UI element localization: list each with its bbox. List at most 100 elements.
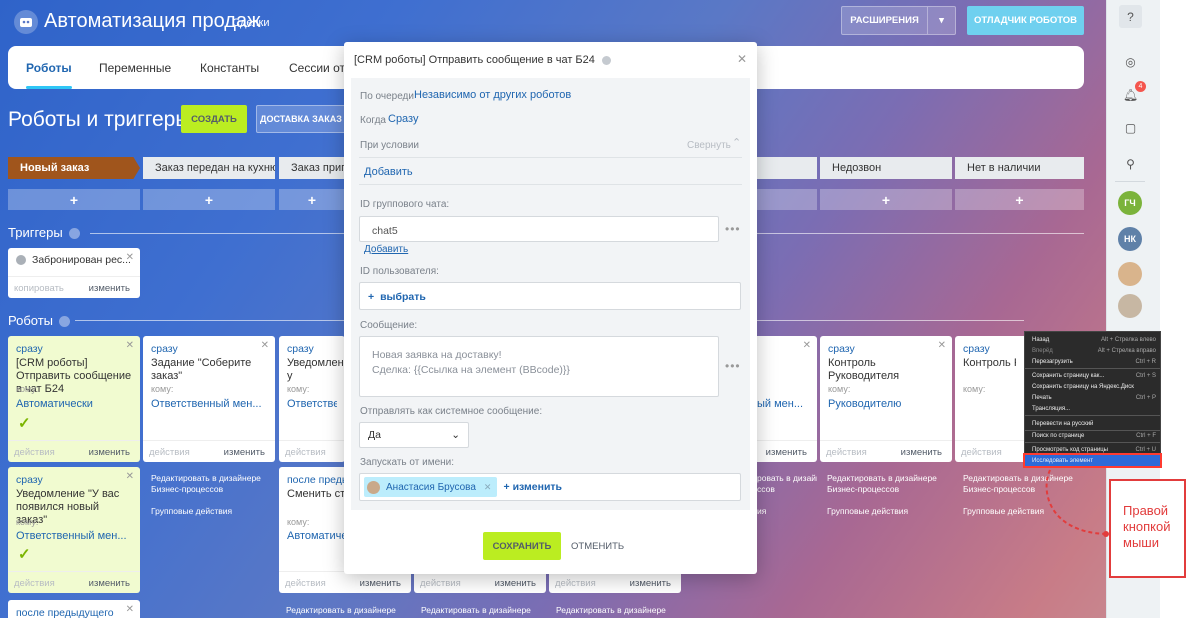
- actions-link[interactable]: действия: [555, 578, 596, 589]
- group-actions-link[interactable]: Групповые действия: [151, 506, 232, 517]
- actions-link[interactable]: действия: [149, 447, 190, 458]
- edit-link[interactable]: изменить: [89, 447, 130, 458]
- edit-link[interactable]: изменить: [224, 447, 265, 458]
- close-icon[interactable]: ✕: [126, 340, 134, 351]
- designer-link[interactable]: Редактировать в дизайнере: [556, 605, 666, 616]
- robot-card[interactable]: ✕ ый мен... изменить: [757, 336, 817, 462]
- robot-card[interactable]: сразу Контроль Рук кому: действия: [955, 336, 1024, 462]
- actions-link[interactable]: действия: [285, 447, 326, 458]
- add-trigger-button[interactable]: +: [8, 189, 140, 210]
- tab-robots[interactable]: Роботы: [26, 61, 72, 75]
- robot-when[interactable]: сразу: [828, 343, 855, 355]
- robot-when[interactable]: сразу: [16, 343, 43, 355]
- add-trigger-button[interactable]: [757, 189, 817, 210]
- menu-item-translate[interactable]: Перевести на русский: [1032, 418, 1156, 429]
- menu-item-save-to-disk[interactable]: Сохранить страницу на Яндекс.Диск: [1032, 381, 1156, 392]
- menu-item-save-as[interactable]: Сохранить страницу как... Ctrl + S: [1032, 370, 1156, 381]
- tab-constants[interactable]: Константы: [200, 61, 259, 75]
- actions-link[interactable]: действия: [285, 578, 326, 589]
- search-icon[interactable]: ⚲: [1119, 152, 1142, 175]
- queue-value[interactable]: Независимо от других роботов: [414, 89, 571, 101]
- menu-item-back[interactable]: Назад Alt + Стрелка влево: [1032, 334, 1156, 345]
- stage-order-ready[interactable]: Заказ пригот: [279, 157, 345, 179]
- app-subtitle[interactable]: Сделки: [232, 17, 270, 29]
- actions-link[interactable]: действия: [420, 578, 461, 589]
- robot-to-value[interactable]: Руководителю: [828, 398, 944, 410]
- chevron-down-icon[interactable]: ▾: [927, 7, 955, 34]
- robot-when[interactable]: сразу: [963, 343, 990, 355]
- close-icon[interactable]: ✕: [126, 604, 134, 615]
- add-trigger-button[interactable]: +: [143, 189, 275, 210]
- add-trigger-button[interactable]: +: [279, 189, 345, 210]
- robot-card[interactable]: сразу ✕ Уведомление "У вас появился новы…: [8, 467, 140, 593]
- save-button[interactable]: СОХРАНИТЬ: [483, 532, 561, 560]
- actions-link[interactable]: действия: [14, 447, 55, 458]
- add-condition-link[interactable]: Добавить: [364, 166, 413, 178]
- tab-variables[interactable]: Переменные: [99, 61, 171, 75]
- create-button[interactable]: СОЗДАТЬ: [181, 105, 247, 133]
- menu-item-print[interactable]: Печать Ctrl + P: [1032, 392, 1156, 403]
- help-icon[interactable]: ?: [1119, 5, 1142, 28]
- help-icon[interactable]: [601, 55, 611, 65]
- message-textarea[interactable]: Новая заявка на доставку! Сделка: {{Ссыл…: [359, 336, 719, 397]
- robot-to-value[interactable]: Ответственн: [287, 398, 337, 410]
- stage-no-answer[interactable]: Недозвон: [820, 157, 952, 179]
- actions-link[interactable]: действия: [961, 447, 1002, 458]
- edit-link[interactable]: изменить: [360, 578, 401, 589]
- designer-link[interactable]: Редактировать в дизайнере Бизнес-процесс…: [827, 473, 947, 495]
- edit-link[interactable]: изменить: [766, 447, 807, 458]
- robot-to-value[interactable]: Ответственный мен...: [151, 398, 267, 410]
- stage-out-of-stock[interactable]: Нет в наличии: [955, 157, 1084, 179]
- add-chat-link[interactable]: Добавить: [364, 244, 408, 255]
- group-actions-link[interactable]: Групповые действия: [963, 506, 1044, 517]
- user-chip[interactable]: Анастасия Брусова ✕: [364, 477, 498, 497]
- actions-link[interactable]: действия: [14, 578, 55, 589]
- actions-link[interactable]: действия: [826, 447, 867, 458]
- close-icon[interactable]: ✕: [126, 471, 134, 482]
- designer-link[interactable]: Редактировать в дизайнере: [286, 605, 396, 616]
- close-icon[interactable]: ✕: [737, 52, 747, 66]
- trigger-card[interactable]: Забронирован рес... ✕ копировать изменит…: [8, 248, 140, 298]
- edit-link[interactable]: изменить: [89, 283, 130, 294]
- edit-link[interactable]: изменить: [89, 578, 130, 589]
- robot-card[interactable]: сразу ✕ Контроль Руководителя кому: Руко…: [820, 336, 952, 462]
- group-actions-link[interactable]: Групповые действия: [827, 506, 908, 517]
- robot-to-value[interactable]: Автоматически: [16, 398, 132, 410]
- add-trigger-button[interactable]: +: [820, 189, 952, 210]
- robot-when[interactable]: сразу: [287, 343, 314, 355]
- more-icon[interactable]: •••: [725, 359, 741, 373]
- user-select-field[interactable]: + выбрать: [359, 282, 741, 310]
- stage-hidden[interactable]: [757, 157, 817, 179]
- change-link[interactable]: изменить: [513, 481, 562, 493]
- run-as-field[interactable]: Анастасия Брусова ✕ + изменить: [359, 473, 741, 501]
- chevron-up-icon[interactable]: ⌃: [732, 136, 741, 149]
- avatar[interactable]: [1118, 294, 1142, 318]
- edit-link[interactable]: изменить: [630, 578, 671, 589]
- extensions-button[interactable]: РАСШИРЕНИЯ ▾: [841, 6, 956, 35]
- close-icon[interactable]: ✕: [126, 252, 134, 263]
- edit-link[interactable]: изменить: [901, 447, 942, 458]
- help-icon[interactable]: [68, 228, 80, 240]
- robot-card[interactable]: сразу Уведомлени Мы почти у кому: Ответс…: [279, 336, 345, 462]
- menu-item-find[interactable]: Поиск по странице Ctrl + F: [1032, 430, 1156, 441]
- robot-card[interactable]: после предыдущего ✕: [8, 600, 140, 618]
- help-icon[interactable]: [59, 316, 71, 328]
- robot-when[interactable]: сразу: [151, 343, 178, 355]
- robot-card[interactable]: сразу ✕ Задание "Соберите заказ" кому: О…: [143, 336, 275, 462]
- robot-to-value[interactable]: Ответственный мен...: [16, 530, 132, 542]
- menu-item-view-source[interactable]: Просмотреть код страницы Ctrl + U: [1032, 444, 1156, 455]
- tab-debug-sessions[interactable]: Сессии отл: [289, 61, 352, 75]
- designer-link[interactable]: ровать в дизайнере: [757, 473, 817, 484]
- robot-card[interactable]: сразу ✕ [CRM роботы] Отправить сообщение…: [8, 336, 140, 462]
- stage-sent-to-kitchen[interactable]: Заказ передан на кухню: [143, 157, 275, 179]
- when-value[interactable]: Сразу: [388, 113, 418, 125]
- remove-icon[interactable]: ✕: [484, 482, 492, 493]
- collapse-link[interactable]: Свернуть: [687, 140, 731, 151]
- stage-new-order[interactable]: Новый заказ: [8, 157, 140, 179]
- more-icon[interactable]: •••: [725, 222, 741, 236]
- menu-item-cast[interactable]: Трансляция...: [1032, 403, 1156, 414]
- robot-when[interactable]: после предыдущего: [16, 607, 114, 618]
- system-message-select[interactable]: Да ⌄: [359, 422, 469, 448]
- avatar[interactable]: ГЧ: [1118, 191, 1142, 215]
- chat-id-input[interactable]: chat5: [359, 216, 719, 242]
